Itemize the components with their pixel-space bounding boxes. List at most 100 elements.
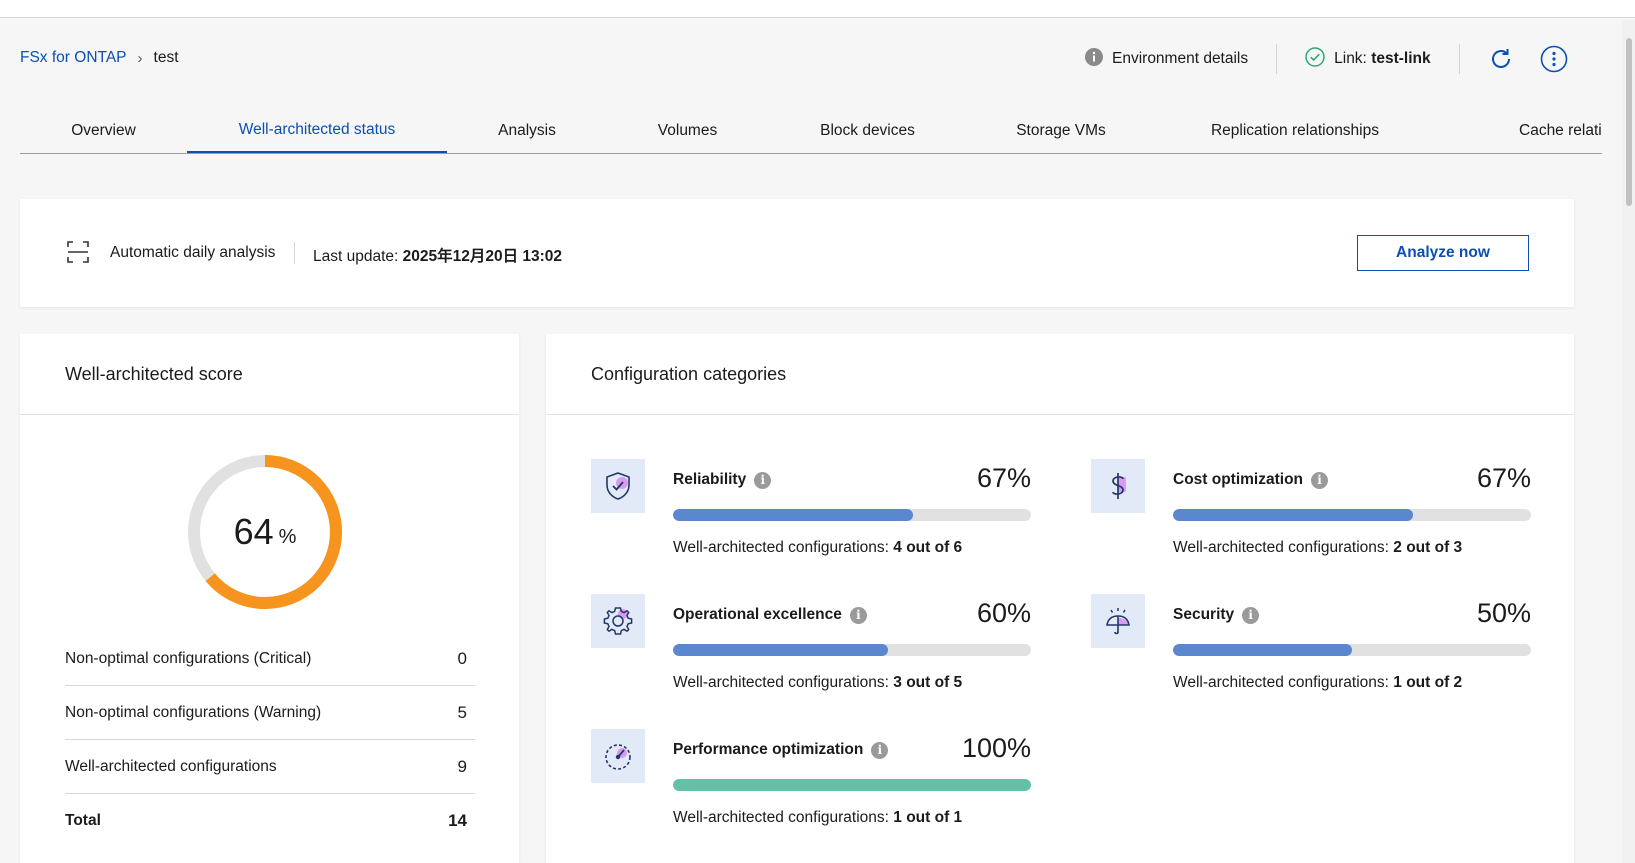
progress-fill	[673, 644, 888, 656]
category-description: Well-architected configurations: 1 out o…	[1173, 674, 1462, 692]
stat-row-critical: Non-optimal configurations (Critical) 0	[65, 632, 475, 686]
category-description: Well-architected configurations: 3 out o…	[673, 674, 962, 692]
category-percent: 67%	[1476, 463, 1531, 493]
info-icon[interactable]: i	[1311, 471, 1329, 489]
analyze-now-button[interactable]: Analyze now	[1357, 235, 1529, 271]
category-description: Well-architected configurations: 2 out o…	[1173, 539, 1462, 557]
chevron-right-icon: ›	[137, 49, 143, 67]
category-name-text: Cost optimization	[1173, 471, 1304, 488]
stat-value: 9	[457, 756, 467, 776]
progress-bar	[1173, 644, 1531, 656]
umbrella-icon	[1091, 594, 1145, 648]
breadcrumb-current: test	[153, 49, 179, 66]
dollar-icon	[1091, 459, 1145, 513]
stat-label: Well-architected configurations	[65, 757, 277, 775]
category-percent: 100%	[961, 733, 1031, 763]
more-options-icon[interactable]	[1540, 45, 1568, 73]
category-name-text: Reliability	[673, 471, 747, 488]
description-count: 2 out of 3	[1393, 539, 1463, 556]
divider	[20, 414, 519, 415]
divider	[294, 242, 295, 264]
configuration-categories-card: Configuration categories Reliability i 67…	[546, 334, 1574, 863]
tab-storage-vms[interactable]: Storage VMs	[967, 108, 1155, 153]
tab-well-architected-status[interactable]: Well-architected status	[187, 108, 447, 153]
last-update: Last update: 2025年12月20日 13:02	[313, 244, 562, 266]
stat-row-warning: Non-optimal configurations (Warning) 5	[65, 686, 475, 740]
category-description: Well-architected configurations: 4 out o…	[673, 539, 962, 557]
progress-bar	[1173, 509, 1531, 521]
progress-fill	[1173, 644, 1352, 656]
tab-volumes[interactable]: Volumes	[607, 108, 768, 153]
score-card-title: Well-architected score	[65, 364, 243, 384]
header-actions: Environment details Link: test-link	[1085, 44, 1568, 74]
last-update-value: 2025年12月20日 13:02	[402, 248, 563, 265]
category-name: Cost optimization i	[1173, 471, 1329, 489]
description-label: Well-architected configurations:	[1173, 539, 1389, 556]
shield-check-icon	[591, 459, 645, 513]
progress-fill	[1173, 509, 1413, 521]
stat-row-total: Total 14	[65, 794, 475, 848]
scrollbar-thumb[interactable]	[1626, 38, 1632, 206]
progress-bar	[673, 509, 1031, 521]
tab-cache-relationships[interactable]: Cache relati	[1435, 108, 1602, 153]
category-name: Reliability i	[673, 471, 772, 489]
description-label: Well-architected configurations:	[1173, 674, 1389, 691]
score-value: 64%	[184, 451, 346, 613]
tab-analysis[interactable]: Analysis	[447, 108, 607, 153]
info-icon[interactable]: i	[871, 741, 889, 759]
category-name-text: Security	[1173, 606, 1235, 623]
progress-bar	[673, 779, 1031, 791]
stat-value: 5	[457, 702, 467, 722]
breadcrumb: FSx for ONTAP › test	[20, 49, 179, 67]
info-icon[interactable]: i	[754, 471, 772, 489]
gear-icon	[591, 594, 645, 648]
stat-label: Non-optimal configurations (Critical)	[65, 649, 312, 667]
info-icon[interactable]: i	[849, 606, 867, 624]
category-operational-excellence: Operational excellence i 60% Well-archite…	[591, 594, 1031, 704]
category-percent: 60%	[976, 598, 1031, 628]
environment-details-label: Environment details	[1112, 50, 1249, 67]
tab-bar: Overview Well-architected status Analysi…	[20, 108, 1602, 154]
description-label: Well-architected configurations:	[673, 674, 889, 691]
stat-label: Non-optimal configurations (Warning)	[65, 703, 322, 721]
divider	[546, 414, 1574, 415]
tab-overview[interactable]: Overview	[20, 108, 187, 153]
top-bar	[0, 0, 1635, 18]
progress-bar	[673, 644, 1031, 656]
category-percent: 67%	[976, 463, 1031, 493]
link-prefix: Link:	[1334, 50, 1367, 67]
tab-block-devices[interactable]: Block devices	[768, 108, 967, 153]
stat-row-well-architected: Well-architected configurations 9	[65, 740, 475, 794]
divider	[1276, 44, 1278, 74]
refresh-icon[interactable]	[1488, 46, 1514, 72]
divider	[1458, 44, 1460, 74]
description-count: 4 out of 6	[893, 539, 963, 556]
category-name: Security i	[1173, 606, 1260, 624]
description-label: Well-architected configurations:	[673, 809, 889, 826]
description-label: Well-architected configurations:	[673, 539, 889, 556]
scrollbar[interactable]	[1622, 20, 1635, 863]
link-status: Link: test-link	[1305, 46, 1431, 72]
description-count: 1 out of 1	[893, 809, 963, 826]
well-architected-score-card: Well-architected score 64% Non-optimal c…	[20, 334, 519, 863]
categories-card-title: Configuration categories	[591, 364, 787, 384]
tab-replication-relationships[interactable]: Replication relationships	[1155, 108, 1435, 153]
environment-details-button[interactable]: Environment details	[1085, 47, 1249, 71]
progress-fill	[673, 509, 913, 521]
link-name: test-link	[1371, 50, 1431, 67]
scan-icon	[66, 240, 90, 269]
description-count: 1 out of 2	[1393, 674, 1463, 691]
category-security: Security i 50% Well-architected configura…	[1091, 594, 1531, 704]
last-update-label: Last update:	[313, 248, 399, 265]
breadcrumb-root-link[interactable]: FSx for ONTAP	[20, 49, 127, 67]
automatic-analysis-label: Automatic daily analysis	[110, 244, 276, 261]
category-description: Well-architected configurations: 1 out o…	[673, 809, 962, 827]
score-unit: %	[278, 525, 297, 548]
category-reliability: Reliability i 67% Well-architected config…	[591, 459, 1031, 569]
category-name-text: Performance optimization	[673, 741, 864, 758]
category-cost-optimization: Cost optimization i 67% Well-architected …	[1091, 459, 1531, 569]
info-icon[interactable]: i	[1242, 606, 1260, 624]
category-name: Performance optimization i	[673, 741, 889, 759]
progress-fill	[673, 779, 1031, 791]
stat-label: Total	[65, 812, 101, 829]
